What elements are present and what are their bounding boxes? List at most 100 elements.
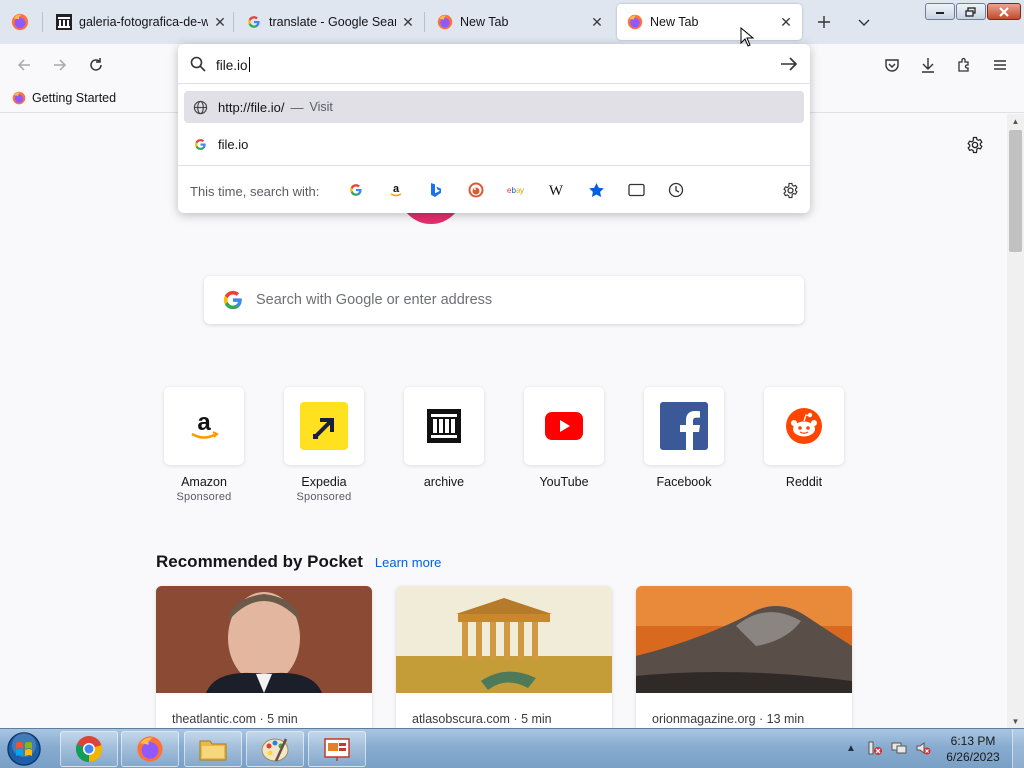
shortcut-facebook[interactable]: Facebook [644, 387, 724, 491]
list-all-tabs-button[interactable] [852, 10, 876, 34]
close-icon[interactable]: ✕ [400, 14, 416, 30]
result-title: file.io [218, 136, 249, 152]
arrow-right-icon [54, 59, 67, 71]
chevron-down-icon [858, 19, 870, 26]
taskbar-presentation[interactable] [308, 731, 366, 767]
vertical-scrollbar[interactable]: ▲ ▼ [1007, 114, 1024, 728]
extensions-button[interactable] [951, 52, 977, 78]
system-clock[interactable]: 6:13 PM 6/26/2023 [940, 733, 1006, 765]
forward-button[interactable] [47, 52, 73, 78]
arrow-right-icon[interactable] [780, 56, 798, 72]
shortcut-reddit[interactable]: Reddit [764, 387, 844, 491]
close-window-button[interactable] [987, 3, 1021, 20]
shortcut-youtube[interactable]: YouTube [524, 387, 604, 491]
pocket-story-card[interactable]: orionmagazine.org · 13 min [636, 586, 852, 728]
minimize-button[interactable] [925, 3, 955, 20]
svg-text:W: W [549, 183, 564, 197]
svg-text:y: y [520, 186, 524, 195]
plus-icon [818, 16, 830, 28]
tab-separator [233, 12, 234, 32]
show-desktop-button[interactable] [1012, 729, 1024, 768]
gear-icon [782, 182, 798, 198]
network-icon[interactable] [890, 739, 908, 757]
oneoff-label: This time, search with: [190, 184, 320, 199]
close-icon[interactable]: ✕ [589, 14, 605, 30]
back-button[interactable] [11, 52, 37, 78]
personalize-button[interactable] [964, 134, 986, 156]
volume-muted-icon[interactable] [914, 739, 932, 757]
close-icon[interactable]: ✕ [212, 14, 228, 30]
presentation-icon [324, 738, 350, 761]
scrollbar-thumb[interactable] [1009, 130, 1022, 252]
clock-date: 6/26/2023 [946, 750, 1000, 764]
bookmark-getting-started[interactable]: Getting Started [12, 91, 116, 105]
restore-button[interactable] [956, 3, 986, 20]
tab-new-tab[interactable]: New Tab ✕ [427, 4, 613, 40]
newtab-search-box[interactable]: Search with Google or enter address [204, 276, 804, 324]
arrow-left-icon [17, 59, 30, 71]
file-explorer-icon [199, 740, 227, 761]
search-icon [190, 56, 206, 72]
taskbar-file-explorer[interactable] [184, 731, 242, 767]
urlbar-value: file.io [216, 58, 248, 73]
duckduckgo-icon[interactable] [466, 180, 486, 200]
shortcut-label: Facebook [656, 475, 712, 489]
pocket-story-card[interactable]: atlasobscura.com · 5 min [396, 586, 612, 728]
tab-translate[interactable]: translate - Google Search ✕ [236, 4, 424, 40]
pocket-header: Recommended by Pocket Learn more [156, 552, 441, 572]
tab-new-tab-active[interactable]: New Tab ✕ [617, 4, 802, 40]
action-center-icon[interactable] [866, 739, 884, 757]
tab-title: New Tab [460, 15, 509, 29]
shortcut-expedia[interactable]: Expedia Sponsored [284, 387, 364, 503]
urlbar-input-row[interactable]: file.io [178, 44, 810, 84]
close-icon [999, 6, 1009, 17]
close-icon[interactable]: ✕ [778, 14, 794, 30]
taskbar-chrome[interactable] [60, 731, 118, 767]
bookmarks-star-icon[interactable] [586, 180, 606, 200]
gear-icon [967, 136, 983, 154]
search-settings-button[interactable] [780, 180, 800, 200]
urlbar-result-visit[interactable]: http://file.io/ — Visit [184, 91, 804, 123]
youtube-icon [524, 387, 604, 465]
paint-icon [261, 738, 289, 762]
learn-more-link[interactable]: Learn more [375, 555, 441, 570]
globe-icon [192, 99, 208, 115]
reload-button[interactable] [83, 52, 109, 78]
history-clock-icon[interactable] [666, 180, 686, 200]
shortcut-archive[interactable]: archive [404, 387, 484, 491]
pocket-button[interactable] [879, 52, 905, 78]
bing-icon[interactable] [426, 180, 446, 200]
urlbar-input[interactable]: file.io [216, 57, 250, 73]
bookmark-label: Getting Started [32, 91, 117, 105]
tab-title: translate - Google Search [269, 15, 396, 29]
scroll-down-arrow[interactable]: ▼ [1007, 714, 1024, 728]
show-hidden-icons-button[interactable]: ▲ [842, 739, 860, 757]
pocket-story-card[interactable]: theatlantic.com · 5 min [156, 586, 372, 728]
shortcut-amazon[interactable]: a Amazon Sponsored [164, 387, 244, 503]
firefox-icon [12, 91, 26, 105]
start-button[interactable] [4, 731, 44, 767]
taskbar-paint[interactable] [246, 731, 304, 767]
sponsored-label: Sponsored [296, 491, 352, 503]
new-tab-button[interactable] [812, 10, 836, 34]
firefox-view-icon[interactable] [11, 13, 29, 31]
app-menu-button[interactable] [987, 52, 1013, 78]
result-action: Visit [309, 100, 333, 114]
story-source: atlasobscura.com · 5 min [412, 712, 552, 726]
ebay-icon[interactable]: ebay [506, 180, 526, 200]
text-caret [248, 57, 250, 72]
google-icon[interactable] [346, 180, 366, 200]
urlbar-result-search[interactable]: file.io [184, 128, 804, 160]
puzzle-piece-icon [958, 57, 969, 72]
taskbar-firefox[interactable] [121, 731, 179, 767]
wikipedia-icon[interactable]: W [546, 180, 566, 200]
shortcut-label: archive [423, 475, 465, 489]
mouse-cursor-icon [740, 27, 754, 47]
scroll-up-arrow[interactable]: ▲ [1007, 114, 1024, 128]
tabs-icon[interactable] [626, 180, 646, 200]
sponsored-label: Sponsored [176, 491, 232, 503]
downloads-button[interactable] [915, 52, 941, 78]
amazon-icon[interactable]: a [386, 180, 406, 200]
story-source: orionmagazine.org · 13 min [652, 712, 805, 726]
tab-galeria[interactable]: galeria-fotografica-de-w ✕ [46, 4, 236, 40]
